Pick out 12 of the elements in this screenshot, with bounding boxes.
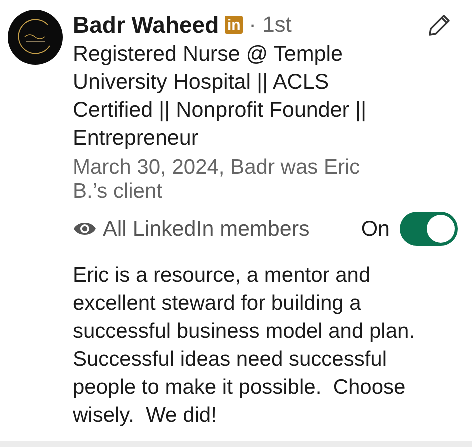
avatar-logo-icon xyxy=(8,10,63,65)
eye-icon xyxy=(73,220,97,238)
visibility-label: All LinkedIn members xyxy=(103,216,310,242)
member-name[interactable]: Badr Waheed xyxy=(73,12,220,38)
member-headline: Registered Nurse @ Temple University Hospital || ACLS Certified || Nonprofit Founder || Entrepreneur xyxy=(73,41,368,152)
network-badge: in xyxy=(225,16,244,34)
recommendation-text: Eric is a resource, a mentor and excellent steward for building a successful business model and plan. Successful ideas need successful people to make it possible. Choose wisely. We did! xyxy=(73,263,416,429)
connection-degree: · 1st xyxy=(249,12,292,38)
visibility-toggle[interactable] xyxy=(400,212,458,246)
edit-icon[interactable] xyxy=(428,13,452,37)
relationship-date: March 30, 2024, Badr was Eric B.’s client xyxy=(73,156,362,204)
toggle-label: On xyxy=(361,216,390,242)
